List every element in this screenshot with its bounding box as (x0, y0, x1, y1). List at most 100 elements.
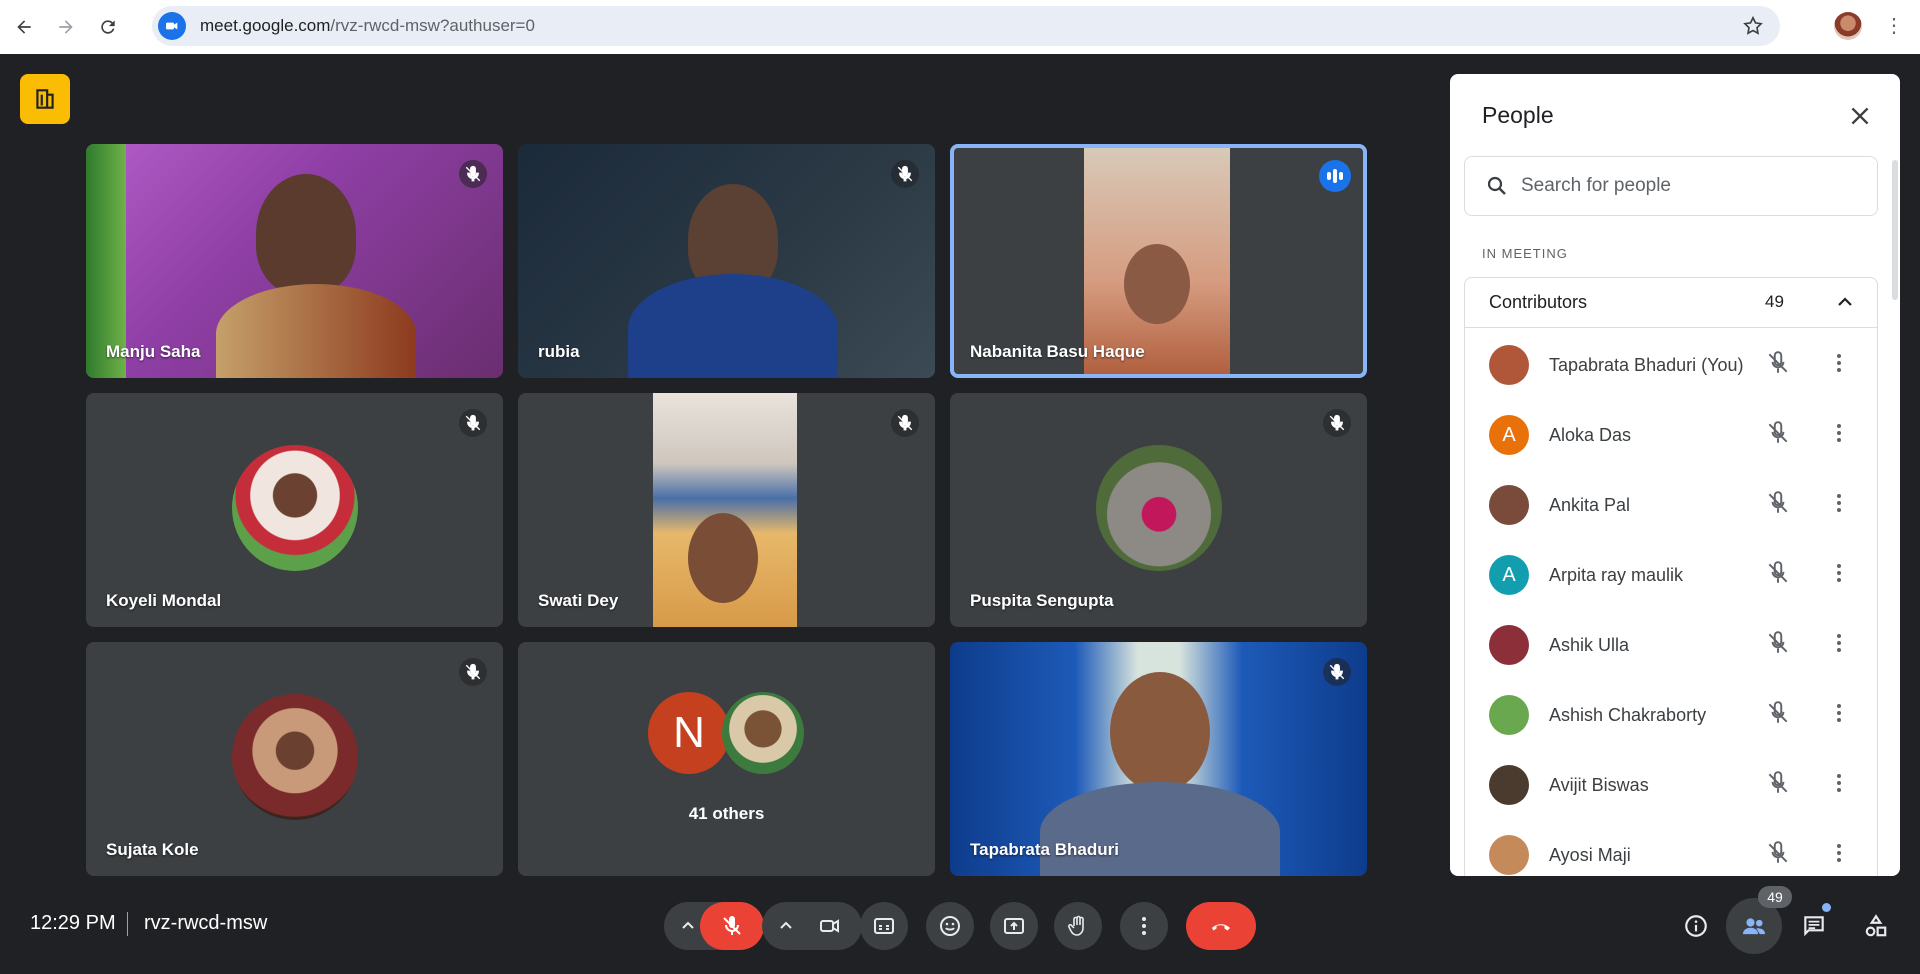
participant-tile-active-speaker[interactable]: Nabanita Basu Haque (950, 144, 1367, 378)
address-bar[interactable]: meet.google.com/rvz-rwcd-msw?authuser=0 (152, 6, 1780, 46)
people-icon (1742, 918, 1766, 935)
muted-mic-icon (459, 409, 487, 437)
people-button[interactable] (1734, 906, 1774, 946)
more-vert-icon[interactable] (1827, 561, 1851, 590)
more-vert-icon[interactable] (1827, 351, 1851, 380)
forward-icon[interactable] (48, 9, 84, 45)
muted-mic-icon (459, 658, 487, 686)
muted-mic-icon (891, 409, 919, 437)
more-vert-icon[interactable] (1827, 491, 1851, 520)
group-count: 49 (1765, 292, 1784, 311)
mic-control-group (664, 902, 764, 950)
browser-menu-icon[interactable]: ⋮ (1884, 12, 1904, 40)
participant-tile[interactable]: Manju Saha (86, 144, 503, 378)
present-button[interactable] (990, 902, 1038, 950)
camera-button[interactable] (798, 902, 862, 950)
participant-tile[interactable]: Tapabrata Bhaduri (950, 642, 1367, 876)
avatar (1489, 695, 1529, 735)
list-item[interactable]: Avijit Biswas (1465, 750, 1877, 820)
profile-avatar[interactable] (1834, 12, 1862, 40)
muted-mic-icon (1765, 770, 1791, 801)
mic-off-button[interactable] (700, 902, 764, 950)
close-panel-button[interactable] (1842, 98, 1878, 134)
participant-tile[interactable]: Puspita Sengupta (950, 393, 1367, 627)
video-person (256, 174, 356, 294)
hangup-icon (1212, 924, 1230, 931)
people-panel: People IN MEETING Contributors 49 Tapabr… (1450, 74, 1900, 876)
leave-call-button[interactable] (1186, 902, 1256, 950)
participant-tile[interactable]: rubia (518, 144, 935, 378)
participant-tile[interactable]: Koyeli Mondal (86, 393, 503, 627)
section-label: IN MEETING (1482, 246, 1568, 261)
more-options-button[interactable] (1120, 902, 1168, 950)
participant-name: Tapabrata Bhaduri (You) (1549, 354, 1744, 375)
participant-avatar (1095, 445, 1222, 571)
participant-name: Ayosi Maji (1549, 844, 1631, 865)
avatar: A (1489, 555, 1529, 595)
participant-name: Ashish Chakraborty (1549, 704, 1707, 725)
meeting-info-button[interactable] (1676, 906, 1716, 946)
avatar (1489, 485, 1529, 525)
participant-name: Aloka Das (1549, 424, 1632, 445)
more-vert-icon[interactable] (1827, 631, 1851, 660)
list-item[interactable]: Tapabrata Bhaduri (You) (1465, 330, 1877, 400)
captions-button[interactable] (860, 902, 908, 950)
muted-mic-icon (1765, 840, 1791, 871)
more-vert-icon[interactable] (1827, 841, 1851, 870)
room-icon[interactable] (20, 74, 70, 124)
muted-mic-icon (891, 160, 919, 188)
search-box (1464, 156, 1878, 216)
bookmark-star-icon[interactable] (1742, 15, 1764, 42)
chevron-up-icon[interactable] (676, 914, 700, 943)
activities-button[interactable] (1856, 906, 1896, 946)
video-person (1124, 244, 1190, 324)
camera-control-group (762, 902, 862, 950)
back-icon[interactable] (6, 9, 42, 45)
meeting-clock: 12:29 PM (30, 912, 116, 934)
muted-mic-icon (1765, 630, 1791, 661)
list-item[interactable]: Ashik Ulla (1465, 610, 1877, 680)
chat-button[interactable] (1794, 906, 1834, 946)
contributors-header[interactable]: Contributors (1465, 278, 1877, 328)
panel-scrollbar[interactable] (1892, 160, 1898, 300)
url-text: meet.google.com/rvz-rwcd-msw?authuser=0 (200, 16, 535, 35)
chevron-up-icon[interactable] (1833, 290, 1857, 319)
search-icon (1485, 174, 1509, 198)
muted-mic-icon (1323, 658, 1351, 686)
video-person (688, 513, 758, 603)
list-item[interactable]: Ankita Pal (1465, 470, 1877, 540)
raise-hand-button[interactable] (1054, 902, 1102, 950)
participant-tile[interactable]: Sujata Kole (86, 642, 503, 876)
contributors-group: Contributors 49 Tapabrata Bhaduri (You) A… (1464, 277, 1878, 876)
meeting-code[interactable]: rvz-rwcd-msw (144, 912, 267, 935)
list-item[interactable]: Ashish Chakraborty (1465, 680, 1877, 750)
reactions-button[interactable] (926, 902, 974, 950)
others-tile[interactable]: N 41 others (518, 642, 935, 876)
mic-off-icon (723, 916, 741, 935)
participant-name: Tapabrata Bhaduri (970, 840, 1119, 859)
more-vert-icon (1142, 917, 1146, 935)
close-icon (1851, 107, 1869, 125)
meet-site-icon (158, 12, 186, 40)
avatar (1489, 345, 1529, 385)
avatar: A (1489, 415, 1529, 455)
video-person-body (628, 274, 838, 378)
more-vert-icon[interactable] (1827, 771, 1851, 800)
participant-tile[interactable]: Swati Dey (518, 393, 935, 627)
muted-mic-icon (1765, 560, 1791, 591)
others-avatar-initial: N (648, 692, 730, 774)
search-people-input[interactable] (1521, 175, 1851, 197)
video-person-body (216, 284, 416, 378)
more-vert-icon[interactable] (1827, 421, 1851, 450)
list-item[interactable]: Ayosi Maji (1465, 820, 1877, 876)
chevron-up-icon[interactable] (774, 914, 798, 943)
video-person (1110, 672, 1210, 792)
list-item[interactable]: A Aloka Das (1465, 400, 1877, 470)
participant-name: Ashik Ulla (1549, 634, 1630, 655)
reload-icon[interactable] (90, 9, 126, 45)
more-vert-icon[interactable] (1827, 701, 1851, 730)
list-item[interactable]: A Arpita ray maulik (1465, 540, 1877, 610)
muted-mic-icon (1765, 490, 1791, 521)
muted-mic-icon (1765, 420, 1791, 451)
muted-mic-icon (1765, 700, 1791, 731)
